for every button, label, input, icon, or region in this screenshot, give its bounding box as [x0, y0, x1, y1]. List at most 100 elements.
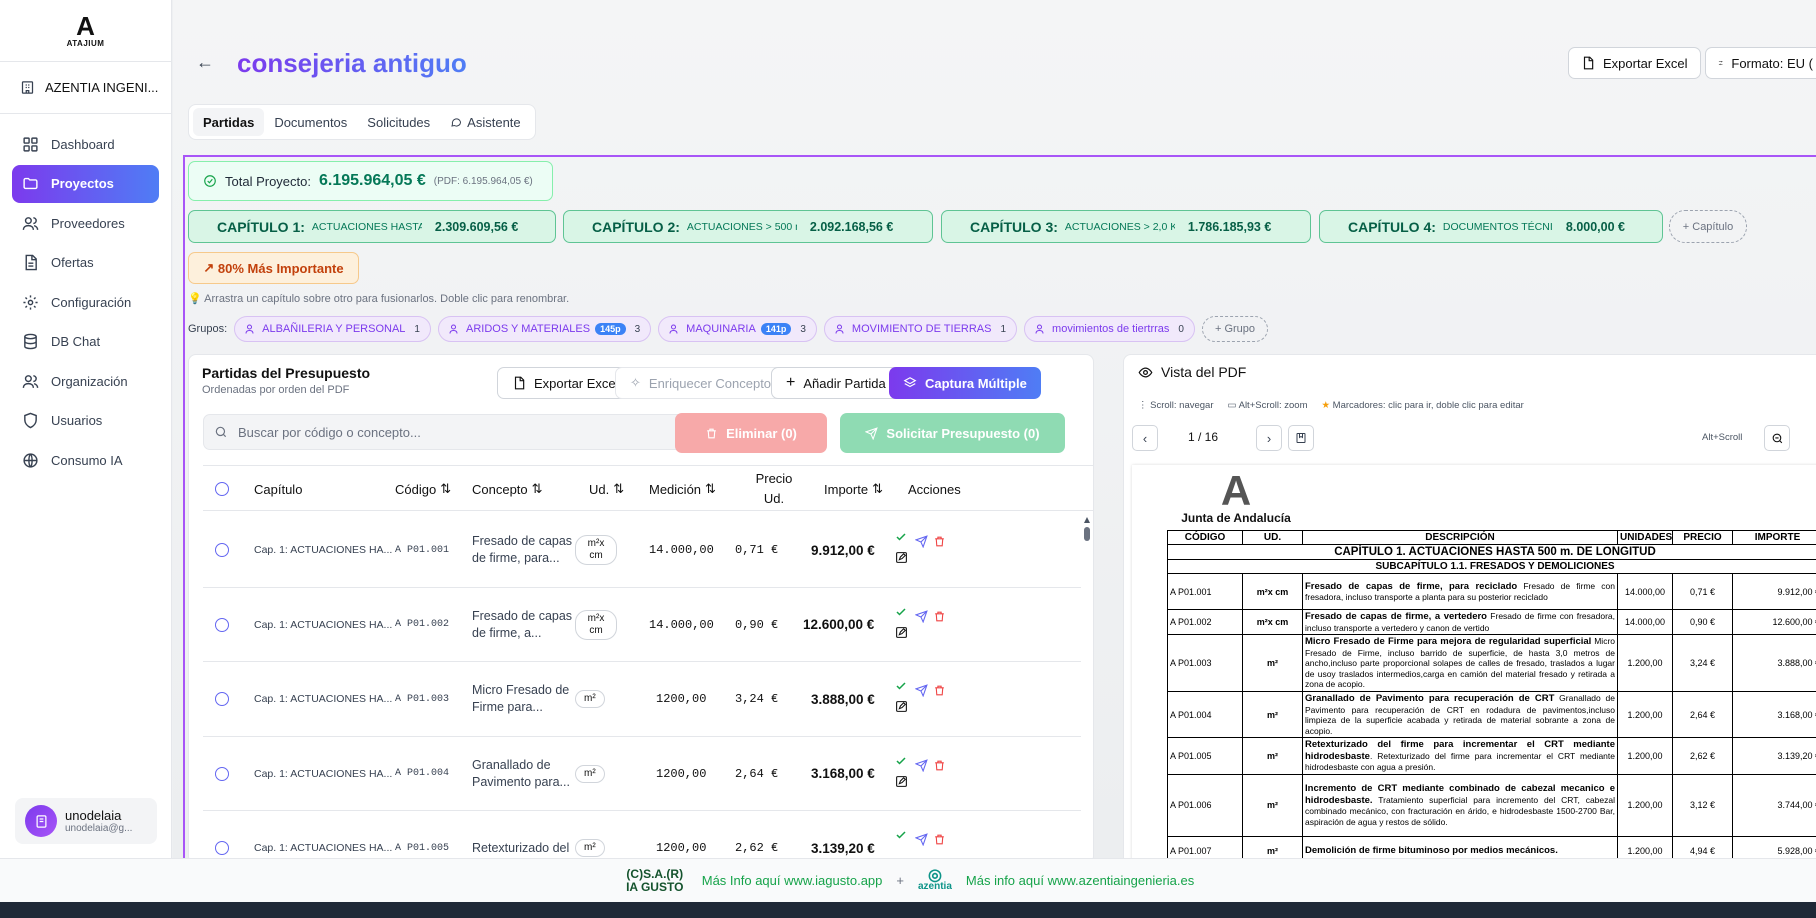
- col-medicion[interactable]: Medición ⇅: [649, 466, 716, 512]
- user-card[interactable]: unodelaia unodelaia@g...: [15, 798, 157, 844]
- row-concept-cell: Retexturizado del: [472, 811, 578, 858]
- row-checkbox[interactable]: [215, 811, 229, 858]
- check-icon[interactable]: [895, 755, 907, 767]
- group-chip[interactable]: movimientos de tiertrras 0: [1024, 316, 1195, 342]
- trash-icon[interactable]: [933, 610, 946, 623]
- file-icon: [1583, 56, 1594, 70]
- row-checkbox[interactable]: [215, 588, 229, 662]
- sidebar-item-label: Ofertas: [51, 255, 94, 270]
- col-importe[interactable]: Importe ⇅: [824, 466, 883, 512]
- add-chapter-button[interactable]: + Capítulo: [1669, 210, 1747, 243]
- enrich-concepts-button[interactable]: ✧ Enriquecer Conceptos: [615, 367, 793, 399]
- table-row[interactable]: Cap. 1: ACTUACIONES HA... A P01.001 Fres…: [203, 513, 1081, 588]
- table-row[interactable]: Cap. 1: ACTUACIONES HA... A P01.005 Rete…: [203, 811, 1081, 858]
- col-codigo[interactable]: Código ⇅: [395, 466, 451, 512]
- important-filter-button[interactable]: ↗ 80% Más Importante: [188, 252, 359, 284]
- edit-icon[interactable]: [895, 626, 908, 639]
- sidebar-item-proyectos[interactable]: Proyectos: [12, 164, 159, 203]
- hint-text: Alt+Scroll: zoom: [1238, 400, 1308, 411]
- group-count: 3: [800, 323, 806, 335]
- delete-button[interactable]: Eliminar (0): [675, 413, 827, 453]
- row-checkbox[interactable]: [215, 662, 229, 736]
- row-concept-cell: Fresado de capas de firme, para...: [472, 513, 578, 587]
- send-icon[interactable]: [915, 758, 928, 772]
- check-icon[interactable]: [895, 680, 907, 692]
- request-budget-button[interactable]: Solicitar Presupuesto (0): [840, 413, 1065, 453]
- chapter-1-chip[interactable]: CAPÍTULO 1: ACTUACIONES HASTA 500... 2.3…: [188, 210, 556, 243]
- back-arrow-icon[interactable]: ←: [196, 52, 214, 73]
- edit-icon[interactable]: [895, 700, 908, 713]
- row-checkbox[interactable]: [215, 513, 229, 587]
- sidebar-item-consumo-ia[interactable]: Consumo IA: [12, 441, 159, 479]
- col-ud[interactable]: Ud. ⇅: [589, 466, 624, 512]
- trash-icon[interactable]: [933, 684, 946, 697]
- zoom-out-button[interactable]: [1764, 425, 1790, 451]
- chapter-2-chip[interactable]: CAPÍTULO 2: ACTUACIONES > 500 m. ≤... 2.…: [563, 210, 933, 243]
- format-selector[interactable]: Formato: EU (: [1705, 47, 1816, 79]
- row-concept: Granallado de Pavimento para...: [472, 757, 570, 789]
- group-chip[interactable]: MAQUINARIA 141p 3: [658, 316, 817, 342]
- bookmark-icon: [1296, 433, 1306, 443]
- sidebar-item-proveedores[interactable]: Proveedores: [12, 204, 159, 242]
- group-chip[interactable]: ALBAÑILERIA Y PERSONAL 1: [234, 316, 431, 342]
- check-icon[interactable]: [895, 606, 907, 618]
- table-row[interactable]: Cap. 1: ACTUACIONES HA... A P01.004 Gran…: [203, 737, 1081, 811]
- sliders-icon: [1718, 60, 1723, 66]
- edit-icon[interactable]: [895, 775, 908, 788]
- check-icon[interactable]: [895, 531, 907, 543]
- trash-icon[interactable]: [933, 833, 946, 846]
- sidebar-item-organizacion[interactable]: Organización: [12, 362, 159, 400]
- sidebar-item-usuarios[interactable]: Usuarios: [12, 402, 159, 440]
- row-price: 0,90 €: [735, 617, 779, 632]
- send-icon[interactable]: [915, 833, 928, 846]
- export-excel-table-button[interactable]: Exportar Excel: [497, 367, 634, 399]
- row-checkbox[interactable]: [215, 737, 229, 811]
- tab-asistente[interactable]: Asistente: [440, 108, 530, 136]
- send-icon[interactable]: [915, 535, 928, 548]
- table-row[interactable]: Cap. 1: ACTUACIONES HA... A P01.003 Micr…: [203, 662, 1081, 737]
- bookmark-button[interactable]: [1288, 425, 1314, 451]
- column-label: Acciones: [908, 481, 961, 497]
- azentia-link[interactable]: Más info aquí www.azentiaingenieria.es: [966, 873, 1194, 888]
- group-chip[interactable]: ARIDOS Y MATERIALES 145p 3: [437, 316, 652, 342]
- select-all-checkbox[interactable]: [215, 466, 229, 512]
- multiple-capture-button[interactable]: Captura Múltiple: [889, 367, 1041, 399]
- next-page-button[interactable]: ›: [1256, 425, 1282, 451]
- chapter-4-chip[interactable]: CAPÍTULO 4: DOCUMENTOS TÉCNICOS ... 8.00…: [1319, 210, 1663, 243]
- partidas-panel: Partidas del Presupuesto Ordenadas por o…: [188, 354, 1094, 858]
- pdf-description: Incremento de CRT mediante combinado de …: [1302, 773, 1618, 837]
- sidebar-item-dashboard[interactable]: Dashboard: [12, 125, 159, 163]
- iagusto-link[interactable]: Más Info aquí www.iagusto.app: [702, 873, 883, 888]
- check-icon[interactable]: [895, 829, 907, 841]
- sidebar-item-configuracion[interactable]: Configuración: [12, 283, 159, 321]
- pdf-page[interactable]: A Junta de Andalucía CÓDIGO UD. DESCRIPC…: [1132, 465, 1816, 858]
- search-input[interactable]: [238, 424, 678, 440]
- pdf-unit: m²: [1242, 634, 1303, 692]
- tab-partidas[interactable]: Partidas: [193, 108, 265, 136]
- trash-icon[interactable]: [933, 535, 946, 548]
- partidas-subtitle: Ordenadas por orden del PDF: [202, 384, 350, 396]
- chat-icon: [451, 118, 462, 127]
- group-chip[interactable]: MOVIMIENTO DE TIERRAS 1: [823, 316, 1018, 342]
- pdf-nav-bar: ‹ 1 / 16 › Alt+Scroll: [1132, 425, 1816, 453]
- export-excel-button[interactable]: Exportar Excel: [1568, 47, 1701, 79]
- sidebar-item-ofertas[interactable]: Ofertas: [12, 244, 159, 282]
- col-concepto[interactable]: Concepto ⇅: [472, 466, 543, 512]
- tab-documentos[interactable]: Documentos: [264, 108, 357, 136]
- org-selector[interactable]: AZENTIA INGENI...: [0, 62, 171, 114]
- send-icon[interactable]: [915, 609, 928, 623]
- edit-icon[interactable]: [895, 551, 908, 564]
- table-row[interactable]: Cap. 1: ACTUACIONES HA... A P01.002 Fres…: [203, 588, 1081, 662]
- send-icon[interactable]: [915, 684, 928, 697]
- chapter-3-chip[interactable]: CAPÍTULO 3: ACTUACIONES > 2,0 Km. ... 1.…: [941, 210, 1311, 243]
- add-partida-button[interactable]: + Añadir Partida: [771, 367, 901, 399]
- pdf-col-header: CÓDIGO: [1167, 530, 1243, 545]
- tab-solicitudes[interactable]: Solicitudes: [357, 108, 440, 136]
- app-logo[interactable]: A ATAJIUM: [0, 0, 171, 62]
- trash-icon[interactable]: [933, 759, 946, 772]
- sidebar-item-db-chat[interactable]: DB Chat: [12, 323, 159, 361]
- prev-page-button[interactable]: ‹: [1132, 425, 1158, 451]
- table-scrollbar[interactable]: [1081, 513, 1093, 858]
- add-group-button[interactable]: + Grupo: [1201, 316, 1269, 342]
- pdf-col-header: UNIDADES: [1617, 530, 1673, 545]
